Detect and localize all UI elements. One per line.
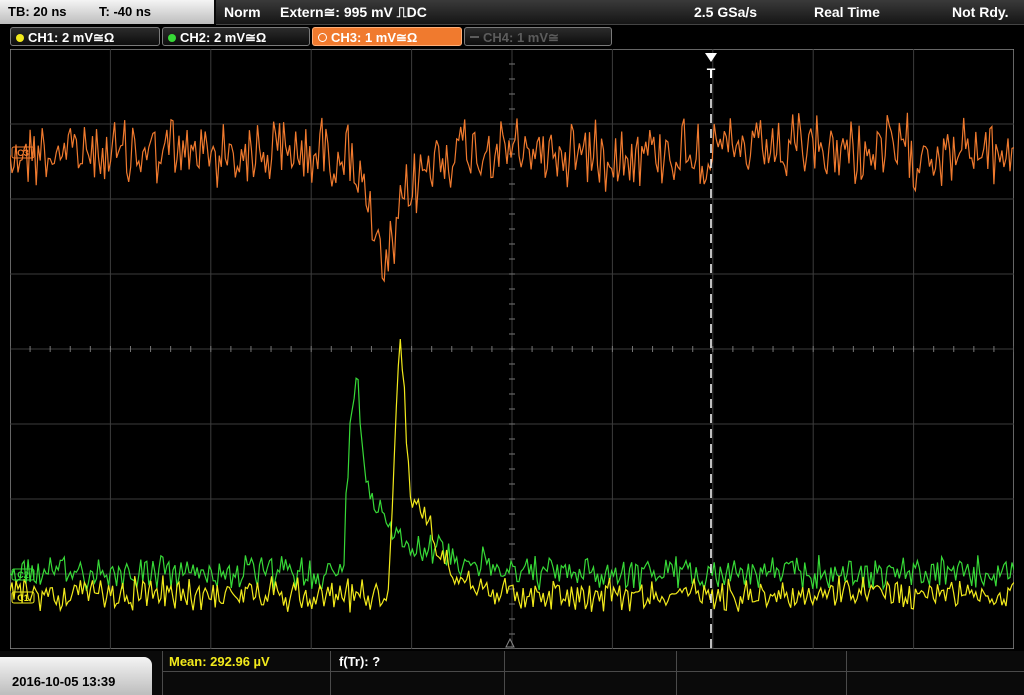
channel-4-label: CH4: 1 mV≅ [483, 30, 559, 45]
measurement-cell-1[interactable]: Mean: 292.96 µV [162, 651, 330, 695]
mean-measurement: Mean: 292.96 µV [169, 654, 270, 669]
measurement-cell-5[interactable] [846, 651, 1024, 695]
channel-bar: CH1: 2 mV≅Ω CH2: 2 mV≅Ω CH3: 1 mV≅Ω CH4:… [0, 26, 1024, 48]
timebase-label: TB: 20 ns [8, 4, 67, 19]
acquisition-mode: Real Time [814, 4, 880, 20]
channel-3-label: CH3: 1 mV≅Ω [331, 30, 418, 45]
channel-2-button[interactable]: CH2: 2 mV≅Ω [162, 27, 310, 46]
ch3-indicator-icon [318, 33, 327, 42]
acquisition-status: Not Rdy. [952, 4, 1009, 20]
ch1-indicator-icon [16, 34, 24, 42]
waveform-display[interactable]: T C3 C2 C1 [9, 48, 1015, 650]
measurement-cell-4[interactable] [676, 651, 846, 695]
trigger-marker-label: T [707, 65, 716, 81]
trigger-mode: Norm [224, 4, 261, 20]
trigger-source: Extern≅: 995 mV ⎍DC [280, 4, 427, 20]
datetime-box: 2016-10-05 13:39 [0, 657, 152, 695]
ch4-indicator-icon [470, 36, 479, 38]
measurement-cell-2[interactable]: f(Tr): ? [330, 651, 504, 695]
measurement-panel[interactable]: Mean: 292.96 µV f(Tr): ? [162, 651, 1024, 695]
ch2-indicator-icon [168, 34, 176, 42]
timebase-box[interactable]: TB: 20 ns T: -40 ns [0, 0, 214, 24]
ch1-level-label: C1 [17, 593, 29, 603]
ch2-level-label: C2 [17, 570, 29, 580]
top-bar: TB: 20 ns T: -40 ns Norm Extern≅: 995 mV… [0, 0, 1024, 25]
measurement-row-divider [162, 671, 1024, 672]
trigger-offset-label: T: -40 ns [99, 4, 152, 19]
trigger-arrow-icon[interactable] [705, 53, 717, 62]
waveform-svg: T C3 C2 C1 [9, 48, 1015, 650]
time-reference-icon [505, 637, 515, 648]
channel-1-button[interactable]: CH1: 2 mV≅Ω [10, 27, 160, 46]
channel-2-label: CH2: 2 mV≅Ω [180, 30, 267, 45]
measurement-cell-3[interactable] [504, 651, 676, 695]
channel-1-label: CH1: 2 mV≅Ω [28, 30, 115, 45]
sample-rate: 2.5 GSa/s [694, 4, 758, 20]
ch3-level-label: C3 [17, 148, 29, 158]
trigger-info-bar[interactable]: Norm Extern≅: 995 mV ⎍DC 2.5 GSa/s Real … [216, 0, 1024, 25]
datetime-label: 2016-10-05 13:39 [12, 674, 116, 689]
channel-3-button[interactable]: CH3: 1 mV≅Ω [312, 27, 462, 46]
frequency-measurement: f(Tr): ? [339, 654, 381, 669]
channel-4-button[interactable]: CH4: 1 mV≅ [464, 27, 612, 46]
